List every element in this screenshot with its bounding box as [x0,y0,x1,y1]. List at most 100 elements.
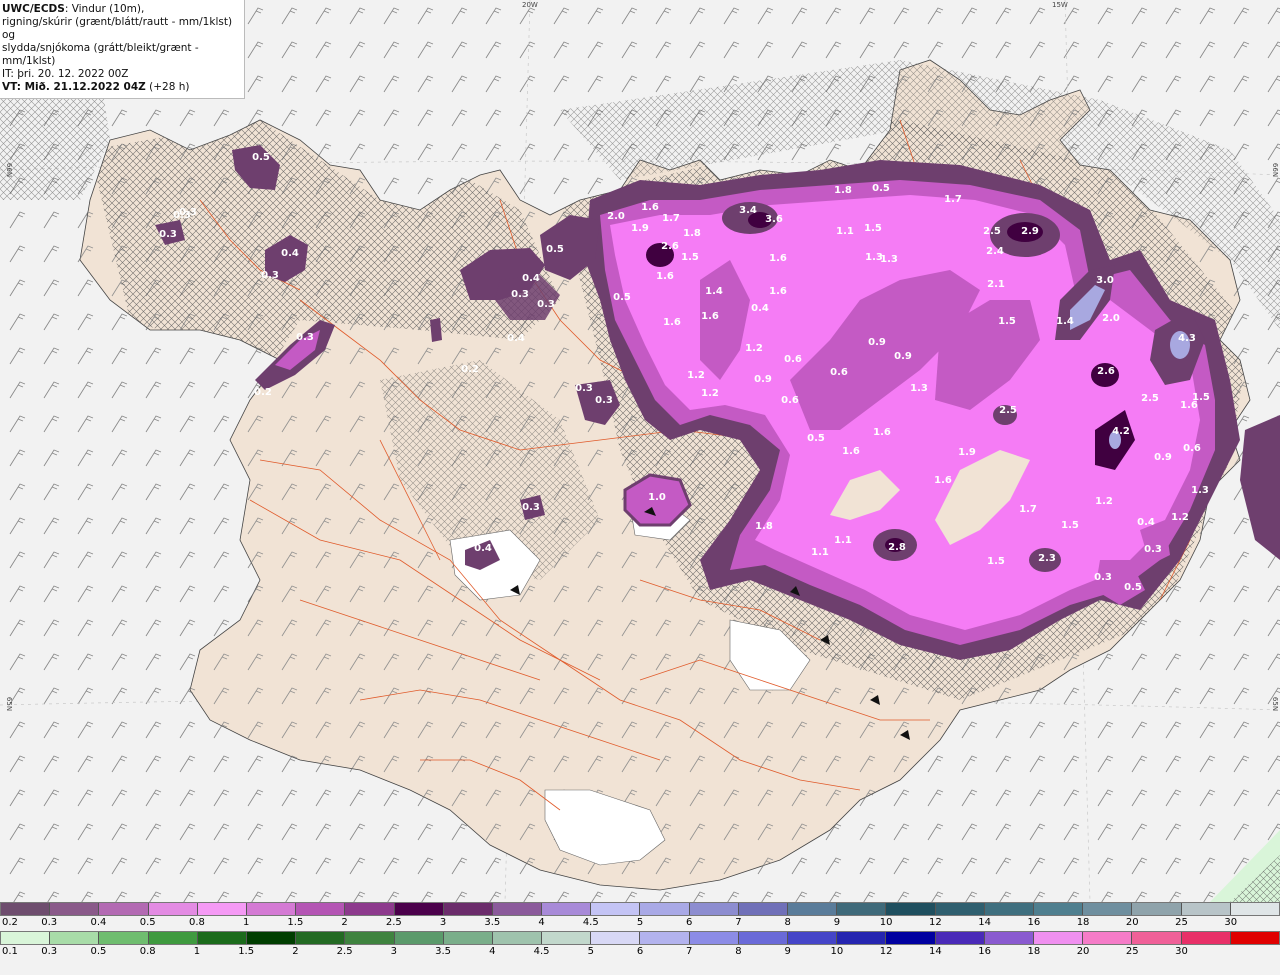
rain-swatches [0,931,1280,945]
title-line: UWC/ECDS: Vindur (10m), [2,3,240,16]
rain-swatch [99,932,149,944]
snow-swatch [689,903,739,915]
precip-value-label: 2.5 [999,405,1017,416]
snow-tick-labels: 0.2 0.3 0.4 0.5 0.8 1 1.5 2 2.5 3 3.5 4 4.5 5 6 7 8 9 10 12… [0,916,1280,930]
precip-value-label: 0.3 [296,332,314,343]
lon-label-top-left: 20W [522,1,538,9]
rain-tick-label: 9 [784,946,791,957]
lat-label-left-upper: 66N [5,162,14,178]
precip-value-label: 3.6 [765,214,783,225]
snow-swatch [443,903,493,915]
precip-value-label: 4.3 [1178,333,1196,344]
precip-value-label: 0.5 [252,152,270,163]
precip-value-label: 0.5 [872,183,890,194]
precip-value-label: 0.6 [830,367,848,378]
snow-tick-label: 4 [538,917,545,928]
precip-value-label: 2.5 [1141,393,1159,404]
snow-swatch [738,903,788,915]
rain-description: rigning/skúrir (grænt/blátt/rautt - mm/1… [2,16,233,41]
precip-value-label: 0.3 [595,395,613,406]
rain-swatch [246,932,297,944]
snow-tick-label: 16 [1027,917,1041,928]
rain-swatch [788,932,838,944]
precip-value-label: 1.6 [842,446,860,457]
precip-value-label: 0.5 [613,292,631,303]
rain-swatch [148,932,198,944]
precip-value-label: 1.6 [769,286,787,297]
precip-value-label: 1.6 [656,271,674,282]
snow-tick-label: 12 [929,917,942,928]
precip-value-label: 0.4 [522,273,540,284]
precip-value-label: 0.4 [507,333,525,344]
rain-tick-label: 4 [489,946,496,957]
rain-swatch [296,932,346,944]
rain-tick-label: 14 [929,946,942,957]
precip-value-label: 0.9 [1154,452,1172,463]
weather-map[interactable]: 0.5 0.3 0.4 0.3 0.3 0.2 0.3 0.3 0.3 0.4 0.4 0.3 0.3 0… [0,0,1280,902]
precip-value-label: 1.0 [648,492,666,503]
precip-value-label: 1.2 [1171,512,1189,523]
rain-tick-label: 16 [978,946,991,957]
rain-swatch [689,932,739,944]
precip-value-label: 2.0 [607,211,625,222]
precip-value-label: 1.6 [873,427,891,438]
rain-swatch [394,932,444,944]
precip-value-label: 1.1 [834,535,852,546]
precip-value-label: 1.9 [631,223,649,234]
rain-tick-label: 1 [193,946,201,957]
rain-tick-label: 25 [1125,946,1139,957]
snow-description: slydda/snjókoma (grátt/bleikt/grænt - mm… [2,42,199,67]
snow-swatches [0,902,1280,916]
rain-tick-label: 4.5 [533,946,550,957]
snow-tick-label: 14 [978,917,991,928]
snow-swatch [394,903,444,915]
snow-swatch [345,903,395,915]
precip-value-label: 1.8 [834,185,852,196]
snow-tick-label: 2.5 [385,917,402,928]
rain-swatch [1083,932,1133,944]
snow-tick-label: 20 [1125,917,1139,928]
precip-value-label: 0.4 [474,543,492,554]
snow-swatch [1083,903,1133,915]
rain-tick-label: 3.5 [435,946,452,957]
precip-value-label: 2.1 [987,279,1005,290]
rain-swatch [738,932,788,944]
precip-value-label: 1.5 [1061,520,1079,531]
rain-tick-label: 12 [879,946,893,957]
snow-swatch [148,903,198,915]
snow-swatch [984,903,1034,915]
precip-value-label: 0.9 [868,337,886,348]
rain-tick-label: 8 [735,946,742,957]
map-info-box: UWC/ECDS: Vindur (10m), rigning/skúrir (… [0,0,245,99]
snow-tick-label: 3 [439,917,447,928]
precip-value-label: 1.2 [687,370,705,381]
precip-value-label: 1.8 [683,228,701,239]
precip-value-label: 1.7 [662,213,680,224]
snow-tick-label: 9 [833,917,841,928]
snow-swatch [99,903,149,915]
precip-value-label: 1.7 [944,194,962,205]
precip-value-label: 1.7 [1019,504,1037,515]
rain-tick-label: 1.5 [238,946,255,957]
precip-value-label: 0.4 [281,248,299,259]
snow-swatch [542,903,592,915]
precip-value-label: 1.6 [934,475,952,486]
map-canvas: 0.50.30.40.30.30.2 0.30.30.30.40.40.30.30… [0,0,1280,902]
precip-value-label: 2.6 [661,241,679,252]
rain-swatch [1132,932,1182,944]
precip-value-label: 1.1 [836,226,854,237]
snow-tick-label: 3.5 [484,917,501,928]
precip-value-label: 0.3 [511,289,529,300]
precip-value-label: 1.3 [1191,485,1209,496]
lat-label-right-lower: 65N [1271,696,1280,712]
valid-time: VT: Mið. 21.12.2022 04Z (+28 h) [2,81,240,94]
precip-value-label: 2.5 [983,226,1001,237]
precip-value-label: 1.4 [1056,316,1074,327]
snow-tick-label: 0.3 [41,917,58,928]
precip-value-label: 2.6 [1097,366,1115,377]
precip-value-label: 0.2 [461,364,479,375]
rain-swatch [1033,932,1084,944]
precip-value-label: 1.5 [864,223,882,234]
rain-tick-label: 20 [1076,946,1090,957]
precip-value-label: 1.3 [910,383,928,394]
